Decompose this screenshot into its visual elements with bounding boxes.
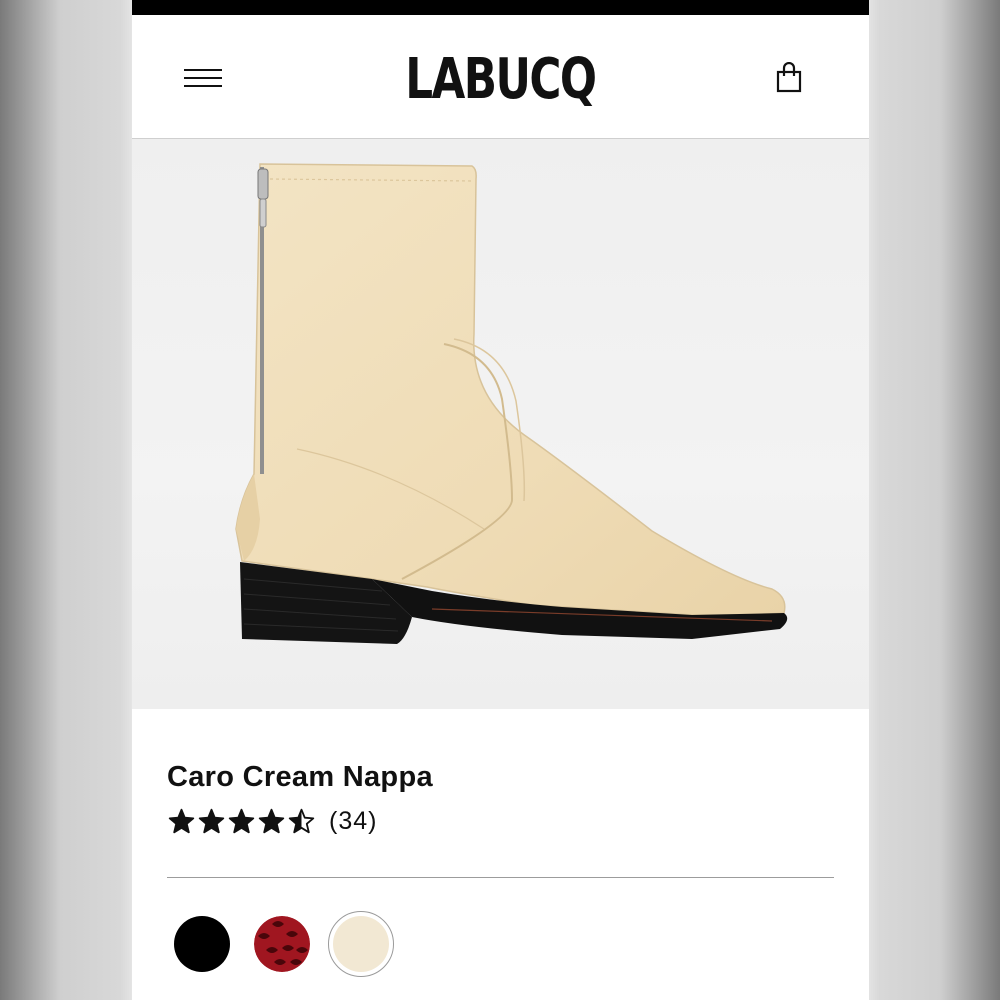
product-rating[interactable]: (34): [168, 807, 377, 836]
star-full-icon: [198, 808, 225, 834]
color-swatch-cream[interactable]: [333, 916, 389, 972]
divider: [167, 877, 834, 878]
star-full-icon: [258, 808, 285, 834]
color-swatch-red-snake[interactable]: [254, 916, 310, 972]
shopping-bag-icon[interactable]: [776, 61, 802, 94]
star-full-icon: [228, 808, 255, 834]
app-screen: LABUCQ Caro Cream Nappa (34): [132, 0, 869, 1000]
brand-logo[interactable]: LABUCQ: [213, 45, 788, 115]
product-title: Caro Cream Nappa: [167, 761, 433, 793]
color-swatch-cream-selected[interactable]: [328, 911, 394, 977]
product-info: Caro Cream Nappa (34): [132, 709, 869, 1000]
color-swatch-black[interactable]: [174, 916, 230, 972]
boot-illustration: [235, 163, 788, 644]
star-rating: [168, 808, 315, 835]
star-full-icon: [168, 808, 195, 834]
status-bar: [132, 0, 869, 15]
star-half-icon: [288, 808, 315, 834]
site-header: LABUCQ: [132, 15, 869, 139]
color-swatches: [172, 911, 394, 977]
product-image[interactable]: [132, 139, 869, 794]
review-count[interactable]: (34): [329, 807, 377, 836]
